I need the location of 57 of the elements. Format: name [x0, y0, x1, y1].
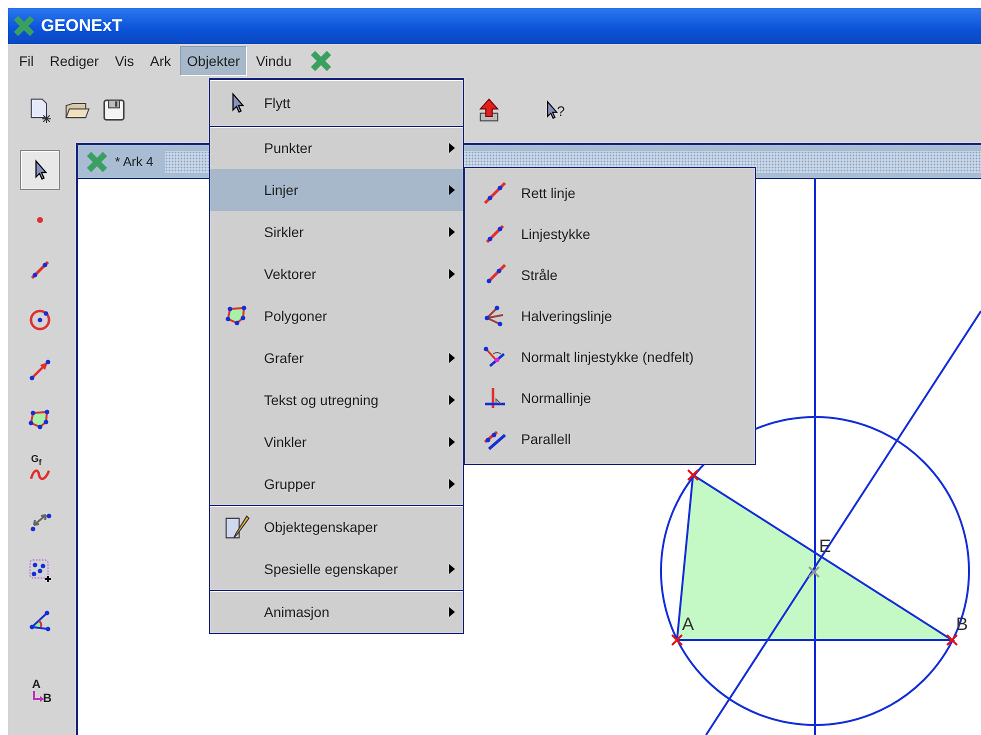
point-marker [808, 566, 820, 578]
circle-icon [28, 308, 52, 332]
menu-item[interactable]: Ark [143, 46, 178, 76]
menu-item[interactable]: Tekst og utregning [210, 379, 463, 421]
line-segment-icon [28, 258, 52, 282]
polygon-icon [225, 304, 249, 328]
x-logo-icon [308, 49, 332, 73]
menu-item[interactable]: Fil [12, 46, 41, 76]
x-logo-icon [12, 14, 36, 38]
perpendicular-segment-icon [483, 344, 507, 368]
submenu-item[interactable]: Normalt linjestykke (nedfelt) [465, 336, 755, 377]
menu-item[interactable]: Sirkler [210, 211, 463, 253]
submenu-item[interactable]: Stråle [465, 254, 755, 295]
tool-button[interactable]: A B [20, 670, 60, 710]
menu-item[interactable]: Grafer [210, 337, 463, 379]
submenu-item[interactable]: Rett linje [465, 172, 755, 213]
question-mark: ? [557, 102, 565, 118]
perpendicular-line-icon [483, 386, 507, 410]
arrow-icon [33, 691, 44, 702]
notepad-pencil-icon [224, 514, 250, 540]
menu-item[interactable]: Animasjon [210, 591, 463, 633]
submenu-item[interactable]: Parallell [465, 418, 755, 459]
menu-item[interactable]: Polygoner [210, 295, 463, 337]
graph-symbol: G$_{f}$ [31, 454, 42, 467]
vector-arrow-icon [28, 358, 52, 382]
submenu-item[interactable]: Normallinje [465, 377, 755, 418]
polygon-icon [28, 408, 52, 432]
window-title: GEONExT [41, 16, 122, 36]
menu-item[interactable]: Vis [108, 46, 142, 76]
menu-item[interactable]: Spesielle egenskaper [210, 548, 463, 590]
tool-button[interactable] [20, 150, 60, 190]
menu-item[interactable]: Flytt [210, 80, 463, 126]
submenu-item[interactable]: Halveringslinje [465, 295, 755, 336]
document-tab-title[interactable]: * Ark 4 [115, 154, 154, 169]
point-marker [687, 469, 699, 481]
menu-item[interactable]: Vindu [248, 46, 298, 76]
menu-item[interactable]: Linjer [210, 169, 463, 211]
point-marker [671, 634, 683, 646]
menu-item[interactable]: Grupper [210, 463, 463, 505]
menu-item[interactable]: Vektorer [210, 253, 463, 295]
angle-icon [28, 608, 52, 632]
menu-item[interactable]: Objektegenskaper [210, 506, 463, 548]
menu-item[interactable]: Objekter [180, 46, 247, 76]
point-marker [946, 634, 958, 646]
point-icon [37, 217, 43, 223]
line-icon [483, 180, 507, 204]
letter: A [32, 677, 41, 691]
curve-icon [30, 469, 50, 482]
tool-button[interactable]: G$_{f}$ [20, 450, 60, 490]
point-group-icon [28, 558, 52, 582]
menu-item[interactable]: Punkter [210, 127, 463, 169]
menu-item[interactable]: Rediger [42, 46, 106, 76]
menu-item[interactable]: Vinkler [210, 421, 463, 463]
submenu-item[interactable]: Linjestykke [465, 213, 755, 254]
point-label: A [682, 614, 694, 634]
x-logo-icon [85, 150, 109, 174]
letter: B [43, 691, 52, 705]
